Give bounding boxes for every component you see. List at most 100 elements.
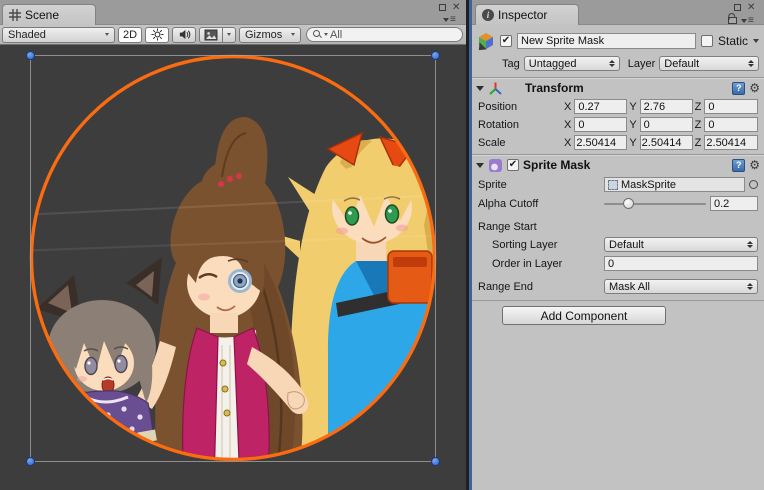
rotation-y-field[interactable]: 0 <box>640 117 693 132</box>
scene-search-input[interactable]: All <box>306 27 463 42</box>
transform-title: Transform <box>525 81 584 95</box>
scene-panel: Scene ✕ ≡ Shaded 2D <box>0 0 467 490</box>
panel-menu-icon[interactable]: ≡ <box>443 16 456 24</box>
tag-dropdown[interactable]: Untagged <box>524 56 620 71</box>
tag-value: Untagged <box>529 58 577 70</box>
help-icon[interactable]: ? <box>732 159 745 172</box>
order-in-layer-label: Order in Layer <box>492 258 600 270</box>
range-start-row: Range Start <box>472 219 764 234</box>
selection-handle-bottom-left[interactable] <box>26 457 35 466</box>
axis-z-label: Z <box>695 137 702 149</box>
static-label: Static <box>718 34 748 48</box>
2d-label: 2D <box>123 29 137 41</box>
layer-value: Default <box>664 58 699 70</box>
object-picker-icon[interactable] <box>749 180 758 189</box>
range-end-dropdown[interactable]: Mask All <box>604 279 758 294</box>
layer-dropdown[interactable]: Default <box>659 56 759 71</box>
audio-toggle-button[interactable] <box>172 27 196 43</box>
cube-icon[interactable] <box>477 32 495 50</box>
lock-icon[interactable] <box>728 17 737 24</box>
maximize-icon[interactable] <box>439 4 446 11</box>
transform-axes-icon <box>488 81 503 96</box>
panel-menu-icon[interactable]: ≡ <box>741 17 754 25</box>
static-checkbox[interactable] <box>701 35 713 47</box>
position-y-field[interactable]: 2.76 <box>640 99 693 114</box>
range-end-row: Range End Mask All <box>472 278 764 295</box>
gameobject-enabled-checkbox[interactable] <box>500 35 512 47</box>
close-icon[interactable]: ✕ <box>452 4 460 12</box>
scene-viewport[interactable] <box>0 45 467 490</box>
scale-x-field[interactable]: 2.50414 <box>574 135 627 150</box>
axis-y-label: Y <box>629 101 636 113</box>
rotation-row: Rotation X0 Y0 Z0 <box>472 116 764 133</box>
rotation-label: Rotation <box>478 119 562 131</box>
scale-z-field[interactable]: 2.50414 <box>704 135 758 150</box>
help-icon[interactable]: ? <box>732 82 745 95</box>
scene-panel-controls: ✕ ≡ <box>435 2 463 24</box>
effects-toggle-button[interactable] <box>199 27 223 43</box>
gizmos-dropdown[interactable]: Gizmos <box>239 27 301 43</box>
add-component-button[interactable]: Add Component <box>502 306 666 325</box>
inspector-panel: i Inspector ✕ ≡ <box>472 0 764 490</box>
sprite-mask-title: Sprite Mask <box>523 158 590 172</box>
sprite-object-field[interactable]: MaskSprite <box>604 177 745 192</box>
transform-header[interactable]: Transform ? ⚙ <box>472 78 764 97</box>
rotation-x-field[interactable]: 0 <box>574 117 627 132</box>
axis-y-label: Y <box>629 137 636 149</box>
sprite-mask-icon <box>488 158 503 173</box>
position-z-field[interactable]: 0 <box>704 99 758 114</box>
maximize-icon[interactable] <box>734 4 741 11</box>
inspector-panel-controls: ✕ ≡ <box>726 2 760 24</box>
position-row: Position X0.27 Y 2.76 Z0 <box>472 98 764 115</box>
axis-z-label: Z <box>695 101 702 113</box>
foldout-icon[interactable] <box>476 163 484 168</box>
tab-inspector[interactable]: i Inspector <box>475 4 579 25</box>
sprite-label: Sprite <box>478 179 600 191</box>
gameobject-name-value: New Sprite Mask <box>521 35 604 47</box>
range-end-value: Mask All <box>609 281 650 293</box>
draw-mode-dropdown[interactable]: Shaded <box>2 27 115 43</box>
search-icon <box>313 30 322 39</box>
close-icon[interactable]: ✕ <box>747 4 755 12</box>
scale-row: Scale X2.50414 Y2.50414 Z2.50414 <box>472 134 764 151</box>
sprite-thumbnail-icon <box>608 180 618 190</box>
gear-icon[interactable]: ⚙ <box>749 82 760 94</box>
2d-toggle-button[interactable]: 2D <box>118 27 142 43</box>
scale-y-field[interactable]: 2.50414 <box>640 135 693 150</box>
foldout-icon[interactable] <box>476 86 484 91</box>
sun-icon <box>151 28 164 41</box>
axis-x-label: X <box>564 119 571 131</box>
info-icon: i <box>482 9 494 21</box>
sprite-mask-header[interactable]: Sprite Mask ? ⚙ <box>472 155 764 174</box>
sorting-layer-row: Sorting Layer Default <box>472 236 764 253</box>
scene-toolbar: Shaded 2D <box>0 25 467 45</box>
search-filter-arrow-icon[interactable] <box>324 33 328 36</box>
static-dropdown-arrow-icon[interactable] <box>753 39 759 43</box>
gameobject-name-field[interactable]: New Sprite Mask <box>517 33 696 49</box>
tag-label: Tag <box>502 58 520 70</box>
speaker-icon <box>178 28 191 41</box>
sorting-layer-dropdown[interactable]: Default <box>604 237 758 252</box>
selection-handle-bottom-right[interactable] <box>431 457 440 466</box>
selection-handle-top-right[interactable] <box>431 51 440 60</box>
position-x-field[interactable]: 0.27 <box>574 99 627 114</box>
selection-handle-top-left[interactable] <box>26 51 35 60</box>
order-in-layer-row: Order in Layer 0 <box>472 255 764 272</box>
inspector-tabbar: i Inspector ✕ ≡ <box>472 0 764 25</box>
rotation-z-field[interactable]: 0 <box>704 117 758 132</box>
grid-icon <box>9 9 21 21</box>
effects-dropdown-arrow[interactable] <box>223 27 236 43</box>
alpha-cutoff-value-field[interactable]: 0.2 <box>710 196 758 211</box>
alpha-cutoff-slider[interactable] <box>604 196 706 211</box>
inspector-tab-label: Inspector <box>498 8 547 22</box>
slider-thumb[interactable] <box>623 198 634 209</box>
image-icon <box>204 29 218 41</box>
lighting-toggle-button[interactable] <box>145 27 169 43</box>
axis-x-label: X <box>564 101 571 113</box>
tab-scene[interactable]: Scene <box>2 4 96 25</box>
sprite-mask-enabled-checkbox[interactable] <box>507 159 519 171</box>
gear-icon[interactable]: ⚙ <box>749 159 760 171</box>
order-in-layer-field[interactable]: 0 <box>604 256 758 271</box>
range-end-label: Range End <box>478 281 600 293</box>
position-label: Position <box>478 101 562 113</box>
